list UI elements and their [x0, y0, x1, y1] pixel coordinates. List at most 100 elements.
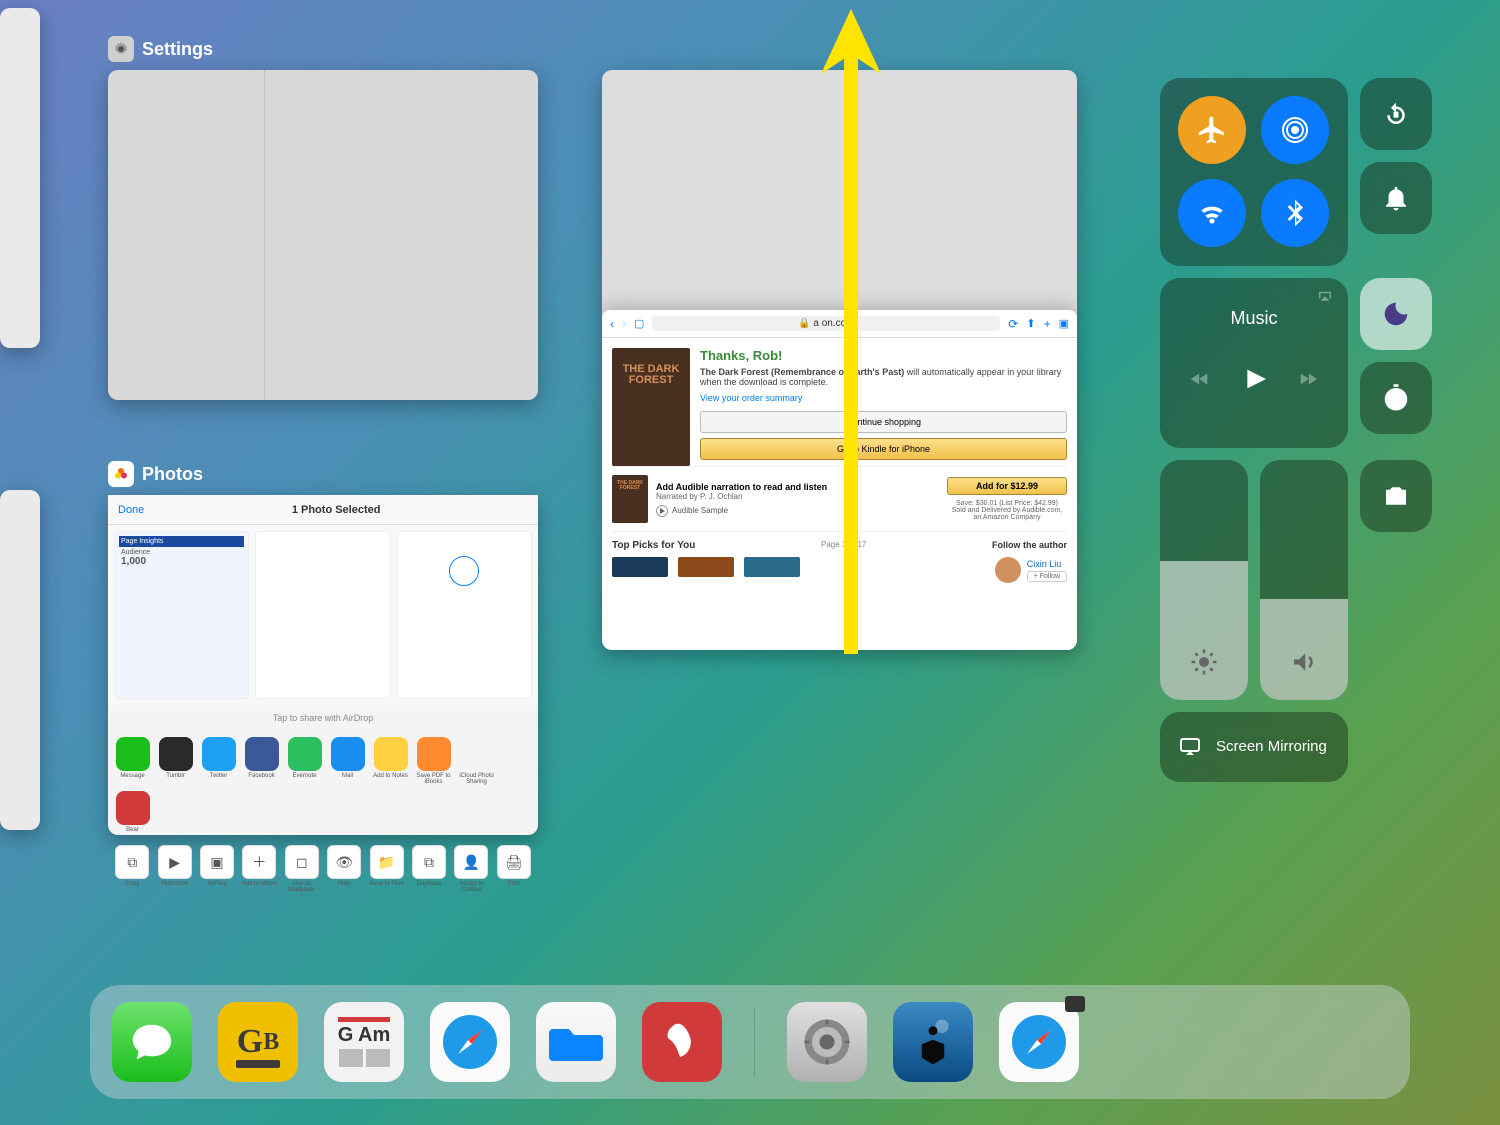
safari-book-icon[interactable]: ▢ — [634, 317, 644, 330]
dock: GB G Am — [90, 985, 1410, 1099]
go-to-kindle-button[interactable]: Go to Kindle for iPhone — [700, 438, 1067, 460]
dock-recent-safari[interactable] — [999, 1002, 1079, 1082]
screen-mirroring-button[interactable]: Screen Mirroring — [1160, 712, 1348, 782]
brightness-slider[interactable] — [1160, 460, 1248, 700]
share-action-duplicate[interactable]: ⧉Duplicate — [411, 845, 447, 893]
settings-icon — [108, 36, 134, 62]
audible-save: Save: $30.01 (List Price: $42.99) — [947, 500, 1067, 507]
connectivity-tile[interactable] — [1160, 78, 1348, 266]
notifications-button[interactable] — [1360, 162, 1432, 234]
airdrop-button[interactable] — [1261, 96, 1329, 164]
share-action-airplay[interactable]: ▣AirPlay — [199, 845, 235, 893]
share-app-message[interactable]: Message — [114, 737, 151, 785]
share-app-icloud-photo-sharing[interactable]: iCloud Photo Sharing — [458, 737, 495, 785]
app-card-photos[interactable]: Photos Done 1 Photo Selected Page Insigh… — [108, 495, 538, 835]
share-app-twitter[interactable]: Twitter — [200, 737, 237, 785]
share-app-evernote[interactable]: Evernote — [286, 737, 323, 785]
share-app-add-to-notes[interactable]: Add to Notes — [372, 737, 409, 785]
app-card-kindle[interactable]: Kindle ‹ › ▢ 🔒 a on.com ⟳ ⬆︎ + ▣ THE DAR… — [602, 70, 1077, 650]
share-action-copy[interactable]: ⧉Copy — [114, 845, 150, 893]
share-action-slideshow[interactable]: ▶Slideshow — [156, 845, 192, 893]
share-action-hide[interactable]: 👁Hide — [326, 845, 362, 893]
audible-add-button[interactable]: Add for $12.99 — [947, 477, 1067, 495]
dock-app-bear[interactable] — [642, 1002, 722, 1082]
rotation-lock-button[interactable] — [1360, 78, 1432, 150]
safari-newtab-icon[interactable]: + — [1044, 317, 1051, 331]
safari-reload-icon[interactable]: ⟳ — [1008, 317, 1018, 331]
screen-mirroring-label: Screen Mirroring — [1216, 738, 1327, 756]
photos-preview-1: Page Insights Audience1,000 — [114, 531, 249, 699]
audible-sample-button[interactable]: Audible Sample — [656, 505, 939, 517]
pick-book-1[interactable] — [612, 557, 668, 577]
app-card-edge-bottom[interactable] — [0, 490, 40, 830]
safari-share-icon[interactable]: ⬆︎ — [1026, 317, 1035, 330]
order-summary-link[interactable]: View your order summary — [700, 393, 1067, 403]
author-name[interactable]: Cixin Liu — [1027, 559, 1067, 569]
dock-recent-kindle[interactable] — [893, 1002, 973, 1082]
photos-icon — [108, 461, 134, 487]
safari-tabs-icon[interactable]: ▣ — [1059, 317, 1069, 330]
share-action-save-to-files[interactable]: 📁Save to Files — [368, 845, 404, 893]
dock-app-news[interactable]: G Am — [324, 1002, 404, 1082]
top-picks-page: Page 1 of 17 — [821, 540, 866, 551]
photos-share-actions: ⧉Copy▶Slideshow▣AirPlay＋Add to Album◻Use… — [108, 839, 538, 899]
author-follow-button[interactable]: + Follow — [1027, 571, 1067, 582]
music-next-button[interactable] — [1295, 368, 1321, 395]
timer-button[interactable] — [1360, 362, 1432, 434]
music-tile[interactable]: Music — [1160, 278, 1348, 448]
audible-sold: Sold and Delivered by Audible.com, an Am… — [947, 507, 1067, 521]
pick-book-3[interactable] — [744, 557, 800, 577]
safari-slideover[interactable]: ‹ › ▢ 🔒 a on.com ⟳ ⬆︎ + ▣ THE DARK FORES… — [602, 310, 1077, 650]
thanks-header: Thanks, Rob! — [700, 348, 1067, 363]
pick-book-2[interactable] — [678, 557, 734, 577]
audible-title: Add Audible narration to read and listen — [656, 482, 939, 492]
follow-author-header: Follow the author — [992, 540, 1067, 551]
dock-recent-settings[interactable] — [787, 1002, 867, 1082]
top-picks-header: Top Picks for You — [612, 540, 695, 551]
audible-narrator: Narrated by P. J. Ochlan — [656, 492, 939, 501]
photos-share-apps: MessageTumblrTwitterFacebookEvernoteMail… — [108, 731, 538, 839]
brightness-icon — [1160, 647, 1248, 682]
safari-url[interactable]: 🔒 a on.com — [652, 316, 1000, 331]
control-center: Music — [1160, 78, 1470, 794]
share-action-print[interactable]: 🖨Print — [496, 845, 532, 893]
bluetooth-button[interactable] — [1261, 179, 1329, 247]
camera-button[interactable] — [1360, 460, 1432, 532]
airplane-mode-button[interactable] — [1178, 96, 1246, 164]
dock-app-files[interactable] — [536, 1002, 616, 1082]
dock-separator — [754, 1007, 755, 1077]
dock-app-safari[interactable] — [430, 1002, 510, 1082]
share-app-mail[interactable]: Mail — [329, 737, 366, 785]
share-app-bear[interactable]: Bear — [114, 791, 151, 833]
share-action-use-as-wallpaper[interactable]: ◻Use as Wallpaper — [284, 845, 320, 893]
photos-selected-count: 1 Photo Selected — [292, 504, 381, 516]
photos-airdrop-caption: Tap to share with AirDrop — [108, 705, 538, 731]
safari-back-icon[interactable]: ‹ — [610, 317, 614, 331]
do-not-disturb-button[interactable] — [1360, 278, 1432, 350]
wifi-button[interactable] — [1178, 179, 1246, 247]
safari-fwd-icon[interactable]: › — [622, 317, 626, 331]
purchase-description: The Dark Forest (Remembrance of Earth's … — [700, 367, 1067, 387]
author-avatar — [995, 557, 1021, 583]
audible-cover: THE DARK FOREST — [612, 475, 648, 523]
photos-preview-2 — [255, 531, 390, 699]
author-block[interactable]: Cixin Liu + Follow — [995, 557, 1067, 583]
share-app-tumblr[interactable]: Tumblr — [157, 737, 194, 785]
dock-app-messages[interactable] — [112, 1002, 192, 1082]
photos-preview-3 — [397, 531, 532, 699]
share-app-save-pdf-to-ibooks[interactable]: Save PDF to iBooks — [415, 737, 452, 785]
app-card-settings[interactable]: Settings — [108, 70, 538, 400]
music-play-button[interactable] — [1238, 363, 1270, 400]
volume-slider[interactable] — [1260, 460, 1348, 700]
volume-icon — [1260, 647, 1348, 682]
photos-done[interactable]: Done — [118, 504, 144, 516]
continue-shopping-button[interactable]: Continue shopping — [700, 411, 1067, 433]
dock-app-goodnotes[interactable]: GB — [218, 1002, 298, 1082]
share-action-add-to-album[interactable]: ＋Add to Album — [241, 845, 277, 893]
music-prev-button[interactable] — [1187, 368, 1213, 395]
book-cover: THE DARK FOREST — [612, 348, 690, 466]
share-app-facebook[interactable]: Facebook — [243, 737, 280, 785]
app-card-edge-top[interactable] — [0, 8, 40, 348]
share-action-assign-to-contact[interactable]: 👤Assign to Contact — [453, 845, 489, 893]
dock-stack-badge-icon — [1065, 996, 1085, 1012]
